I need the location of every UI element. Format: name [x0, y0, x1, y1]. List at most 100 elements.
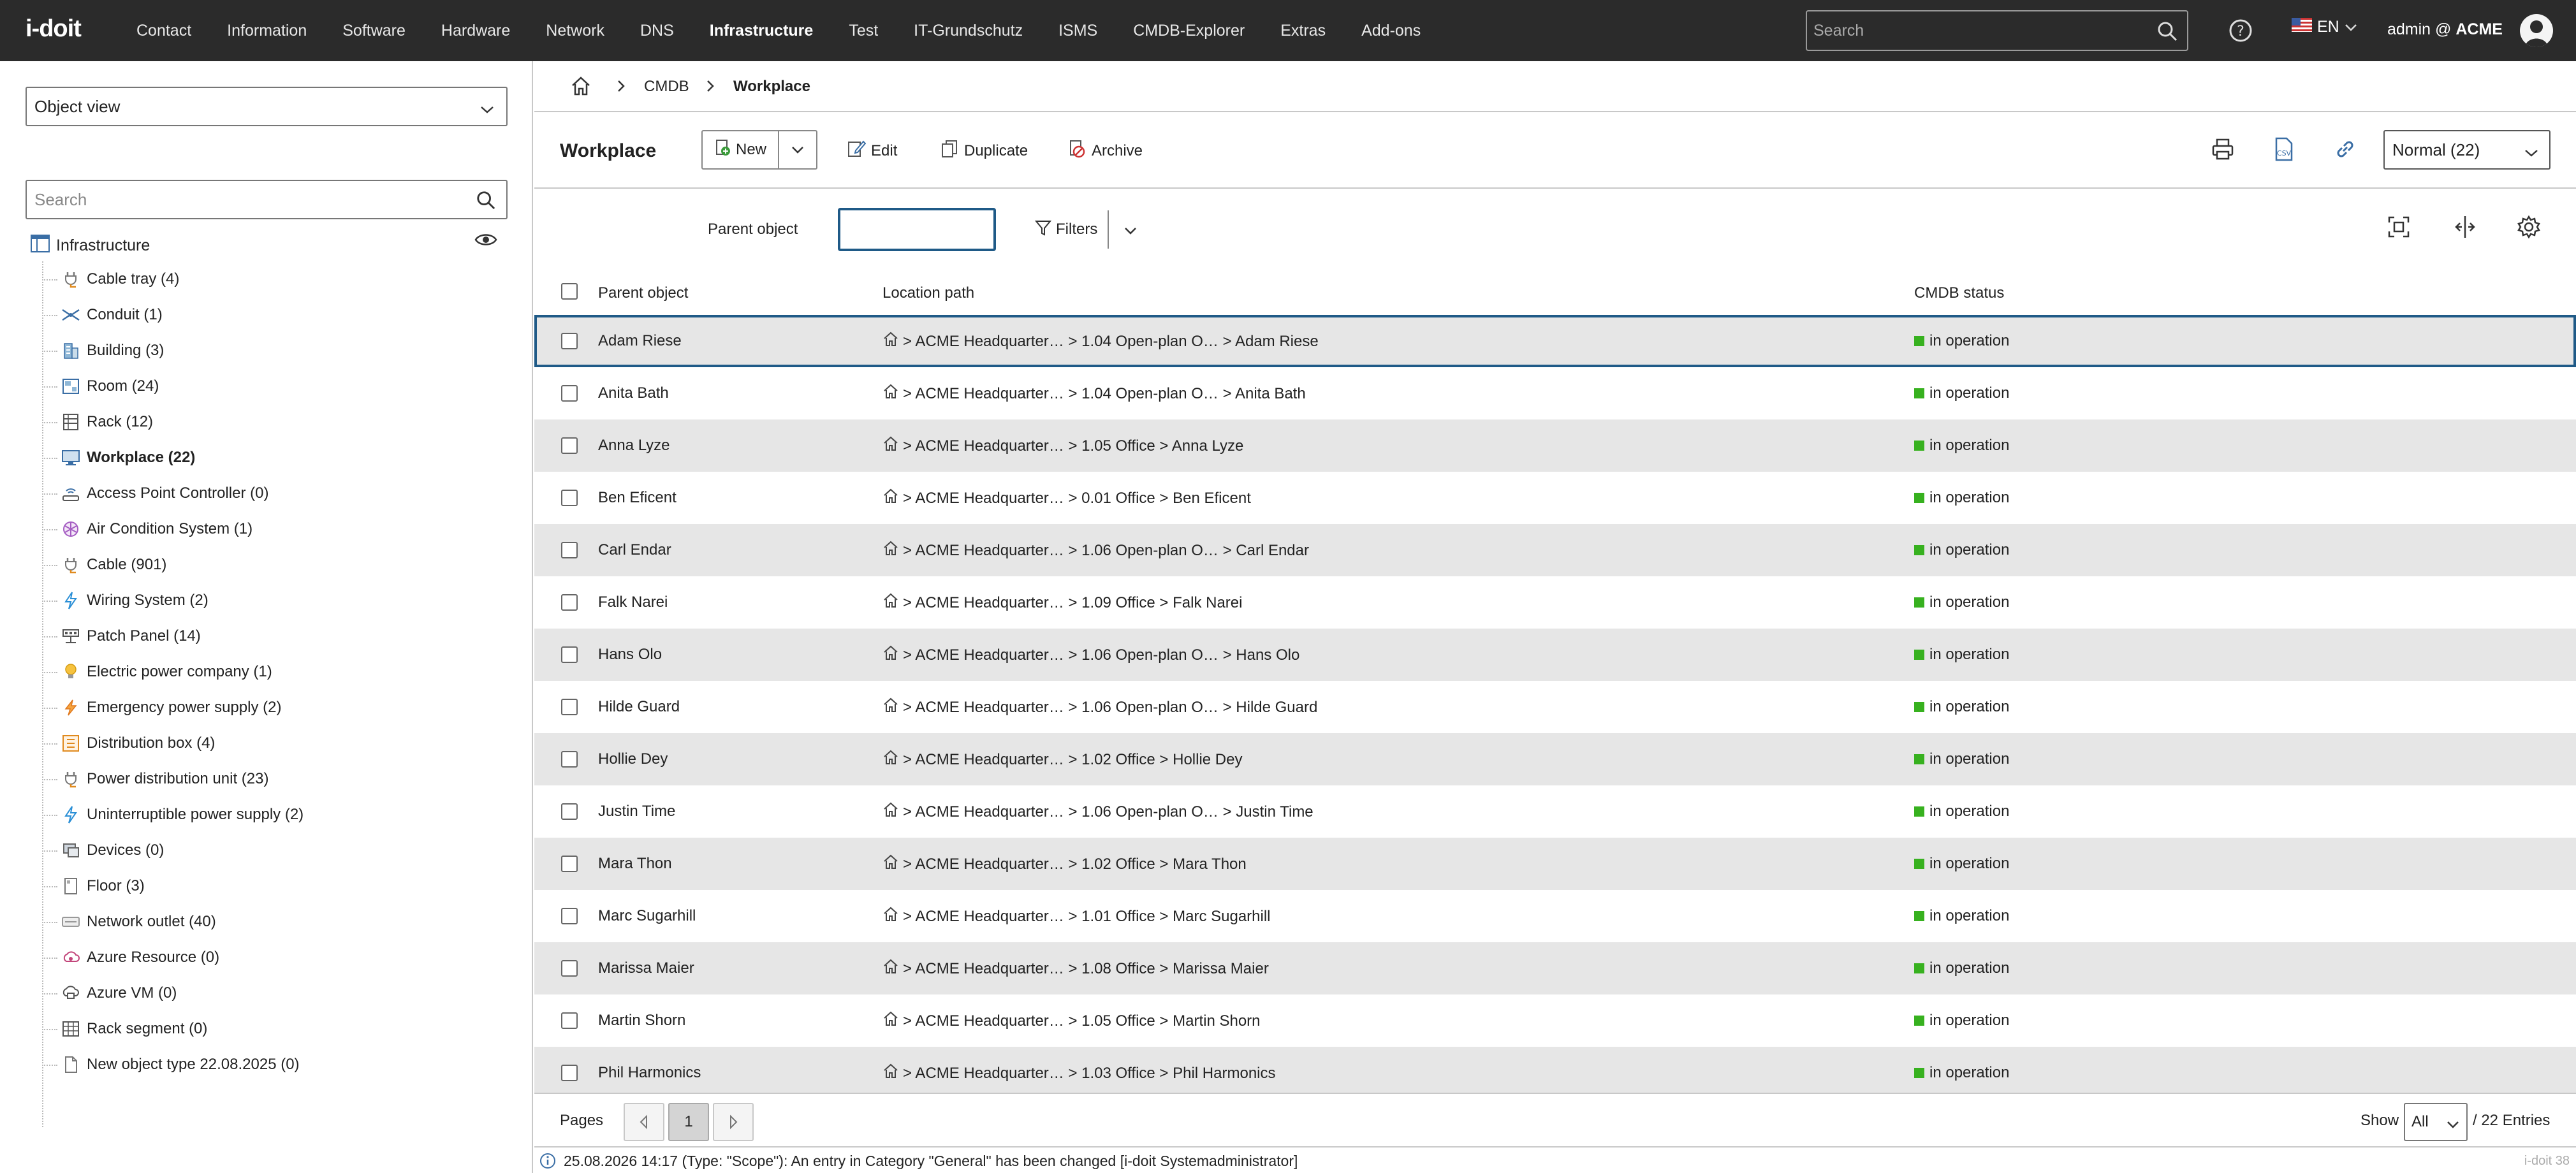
sidebar-item-patch-panel[interactable]: Patch Panel (14) [38, 618, 304, 654]
language-selector[interactable]: EN [2292, 18, 2357, 36]
row-checkbox[interactable] [561, 542, 578, 558]
nav-item-test[interactable]: Test [831, 22, 896, 40]
column-header-parent-object[interactable]: Parent object [598, 284, 688, 302]
cell-parent-object[interactable]: Anita Bath [598, 384, 669, 402]
view-mode-select[interactable]: Normal (22) [2383, 130, 2550, 170]
global-search-input[interactable] [1813, 21, 2145, 40]
row-checkbox[interactable] [561, 1065, 578, 1081]
breadcrumb-workplace[interactable]: Workplace [733, 78, 810, 96]
cell-parent-object[interactable]: Hans Olo [598, 646, 662, 664]
nav-item-add-ons[interactable]: Add-ons [1343, 22, 1438, 40]
sidebar-item-room[interactable]: Room (24) [38, 368, 304, 404]
sidebar-item-electric-power-company[interactable]: Electric power company (1) [38, 654, 304, 690]
cell-parent-object[interactable]: Justin Time [598, 803, 675, 820]
sidebar-item-distribution-box[interactable]: Distribution box (4) [38, 725, 304, 761]
sidebar-item-uninterruptible-power-supply[interactable]: Uninterruptible power supply (2) [38, 797, 304, 833]
table-row[interactable]: Justin Time > ACME Headquarter… > 1.06 Op… [534, 785, 2576, 838]
parent-object-filter-input[interactable] [838, 208, 996, 251]
sidebar-item-access-point-controller[interactable]: Access Point Controller (0) [38, 476, 304, 511]
sidebar-item-cable-tray[interactable]: Cable tray (4) [38, 261, 304, 297]
page-size-select[interactable]: All [2404, 1103, 2468, 1141]
sidebar-item-power-distribution-unit[interactable]: Power distribution unit (23) [38, 761, 304, 797]
cell-parent-object[interactable]: Carl Endar [598, 541, 671, 559]
table-row[interactable]: Carl Endar > ACME Headquarter… > 1.06 Ope… [534, 524, 2576, 576]
row-checkbox[interactable] [561, 699, 578, 715]
sidebar-item-conduit[interactable]: Conduit (1) [38, 297, 304, 333]
cell-parent-object[interactable]: Mara Thon [598, 855, 672, 873]
archive-button[interactable]: Archive [1067, 139, 1143, 163]
cell-parent-object[interactable]: Hilde Guard [598, 698, 680, 716]
nav-item-infrastructure[interactable]: Infrastructure [692, 22, 831, 40]
print-icon[interactable] [2210, 136, 2236, 166]
select-all-checkbox[interactable] [561, 283, 578, 300]
sidebar-item-floor[interactable]: Floor (3) [38, 868, 304, 904]
sidebar-item-wiring-system[interactable]: Wiring System (2) [38, 583, 304, 618]
sidebar-item-workplace[interactable]: Workplace (22) [38, 440, 304, 476]
nav-item-dns[interactable]: DNS [622, 22, 692, 40]
sidebar-search-input[interactable] [34, 189, 455, 210]
cell-parent-object[interactable]: Adam Riese [598, 332, 682, 350]
row-checkbox[interactable] [561, 1012, 578, 1029]
chevron-down-icon[interactable] [1123, 222, 1138, 240]
cell-parent-object[interactable]: Hollie Dey [598, 750, 668, 768]
table-row[interactable]: Hollie Dey > ACME Headquarter… > 1.02 Off… [534, 733, 2576, 785]
row-checkbox[interactable] [561, 646, 578, 663]
table-row[interactable]: Adam Riese > ACME Headquarter… > 1.04 Ope… [534, 315, 2576, 367]
avatar[interactable] [2520, 14, 2553, 47]
row-checkbox[interactable] [561, 490, 578, 506]
search-icon[interactable] [476, 190, 496, 215]
nav-item-extras[interactable]: Extras [1262, 22, 1343, 40]
next-page-button[interactable] [713, 1103, 754, 1141]
row-checkbox[interactable] [561, 385, 578, 402]
row-checkbox[interactable] [561, 751, 578, 768]
table-row[interactable]: Phil Harmonics > ACME Headquarter… > 1.03… [534, 1047, 2576, 1099]
user-menu[interactable]: admin @ ACME [2387, 20, 2503, 39]
sidebar-item-network-outlet[interactable]: Network outlet (40) [38, 904, 304, 940]
help-icon[interactable]: ? [2228, 18, 2253, 48]
cell-parent-object[interactable]: Marissa Maier [598, 959, 694, 977]
filters-button[interactable]: Filters [1034, 210, 1109, 249]
tree-root-infrastructure[interactable]: Infrastructure [31, 229, 150, 261]
nav-item-cmdb-explorer[interactable]: CMDB-Explorer [1115, 22, 1262, 40]
sidebar-item-devices[interactable]: Devices (0) [38, 833, 304, 868]
sidebar-item-air-condition-system[interactable]: Air Condition System (1) [38, 511, 304, 547]
duplicate-button[interactable]: Duplicate [940, 139, 1028, 163]
cell-parent-object[interactable]: Marc Sugarhill [598, 907, 696, 925]
nav-item-contact[interactable]: Contact [119, 22, 209, 40]
sidebar-item-azure-vm[interactable]: Azure VM (0) [38, 975, 304, 1011]
column-width-icon[interactable] [2452, 214, 2478, 244]
table-row[interactable]: Marissa Maier > ACME Headquarter… > 1.08 … [534, 942, 2576, 994]
nav-item-network[interactable]: Network [528, 22, 622, 40]
fullscreen-icon[interactable] [2386, 214, 2411, 244]
row-checkbox[interactable] [561, 908, 578, 924]
table-row[interactable]: Marc Sugarhill > ACME Headquarter… > 1.01… [534, 890, 2576, 942]
sidebar-item-cable[interactable]: Cable (901) [38, 547, 304, 583]
cell-parent-object[interactable]: Phil Harmonics [598, 1064, 701, 1082]
new-dropdown-button[interactable] [779, 131, 816, 168]
sidebar-item-building[interactable]: Building (3) [38, 333, 304, 368]
row-checkbox[interactable] [561, 594, 578, 611]
table-row[interactable]: Falk Narei > ACME Headquarter… > 1.09 Off… [534, 576, 2576, 629]
breadcrumb-cmdb[interactable]: CMDB [644, 78, 689, 96]
row-checkbox[interactable] [561, 856, 578, 872]
previous-page-button[interactable] [624, 1103, 664, 1141]
eye-icon[interactable] [474, 232, 497, 252]
sidebar-item-new-object-type-22-08-2025[interactable]: New object type 22.08.2025 (0) [38, 1047, 304, 1082]
nav-item-hardware[interactable]: Hardware [423, 22, 528, 40]
table-row[interactable]: Mara Thon > ACME Headquarter… > 1.02 Offi… [534, 838, 2576, 890]
sidebar-item-rack-segment[interactable]: Rack segment (0) [38, 1011, 304, 1047]
table-row[interactable]: Hilde Guard > ACME Headquarter… > 1.06 Op… [534, 681, 2576, 733]
home-icon[interactable] [570, 75, 592, 101]
table-row[interactable]: Hans Olo > ACME Headquarter… > 1.06 Open-… [534, 629, 2576, 681]
row-checkbox[interactable] [561, 803, 578, 820]
row-checkbox[interactable] [561, 960, 578, 977]
row-checkbox[interactable] [561, 333, 578, 349]
gear-icon[interactable] [2516, 214, 2542, 244]
edit-button[interactable]: Edit [847, 139, 897, 163]
sidebar-item-emergency-power-supply[interactable]: Emergency power supply (2) [38, 690, 304, 725]
cell-parent-object[interactable]: Falk Narei [598, 594, 668, 611]
nav-item-information[interactable]: Information [209, 22, 325, 40]
idoit-logo[interactable]: i-doit [26, 15, 82, 43]
cell-parent-object[interactable]: Anna Lyze [598, 437, 670, 455]
search-icon[interactable] [2156, 20, 2178, 47]
